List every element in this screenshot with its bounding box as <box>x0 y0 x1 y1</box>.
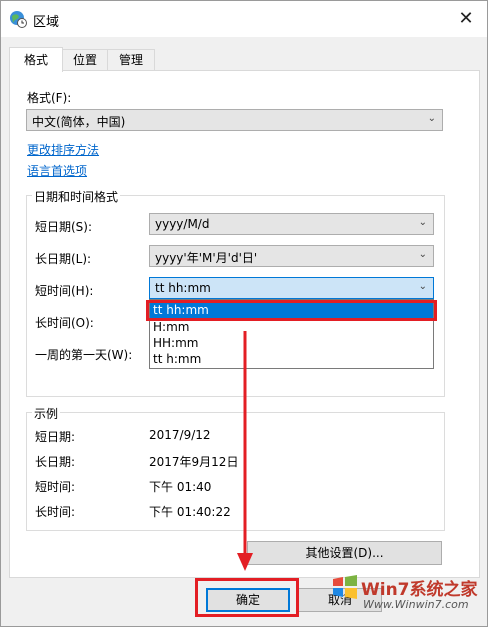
example-label: 短日期: <box>35 430 76 444</box>
example-label: 长日期: <box>35 455 76 469</box>
long-time-label: 长时间(O): <box>35 316 94 330</box>
tab-format[interactable]: 格式 <box>9 47 63 72</box>
chevron-down-icon: ⌄ <box>418 281 427 292</box>
short-time-value: tt hh:mm <box>155 281 211 295</box>
short-date-value: yyyy/M/d <box>155 217 210 231</box>
window-title: 区域 <box>33 15 60 30</box>
watermark-url: Www.Winwin7.com <box>363 598 469 611</box>
dropdown-option[interactable]: tt hh:mm <box>150 302 433 319</box>
short-date-label: 短日期(S): <box>35 220 93 234</box>
chevron-down-icon: ⌄ <box>418 217 427 228</box>
short-time-dropdown-list: tt hh:mm H:mm HH:mm tt h:mm <box>149 299 434 369</box>
windows-logo-icon <box>333 575 357 599</box>
title-bar: 区域 ✕ <box>1 1 487 37</box>
globe-clock-icon <box>10 11 27 28</box>
tab-administrative[interactable]: 管理 <box>107 49 155 71</box>
site-watermark: Win7系统之家 Www.Winwin7.com <box>331 571 488 628</box>
format-label: 格式(F): <box>27 91 72 105</box>
watermark-brand: Win7系统之家 <box>361 580 478 600</box>
dropdown-option[interactable]: tt h:mm <box>150 351 433 368</box>
chevron-down-icon: ⌄ <box>418 249 427 260</box>
close-icon: ✕ <box>458 8 474 29</box>
example-label: 短时间: <box>35 480 76 494</box>
annotation-arrow-icon <box>237 331 253 571</box>
format-value: 中文(简体，中国) <box>32 115 126 129</box>
region-dialog: 区域 ✕ 格式 位置 管理 格式(F): 中文(简体，中国) ⌄ 更改排序方法 … <box>0 0 488 627</box>
format-combobox[interactable]: 中文(简体，中国) ⌄ <box>26 109 443 131</box>
example-value: 2017/9/12 <box>149 428 211 442</box>
change-sort-link[interactable]: 更改排序方法 <box>27 141 99 158</box>
other-settings-button[interactable]: 其他设置(D)... <box>247 541 442 565</box>
first-day-of-week-label: 一周的第一天(W): <box>35 348 133 362</box>
close-button[interactable]: ✕ <box>445 1 487 37</box>
example-value: 2017年9月12日 <box>149 455 239 469</box>
short-time-label: 短时间(H): <box>35 284 94 298</box>
example-value: 下午 01:40 <box>149 480 212 494</box>
dropdown-option[interactable]: HH:mm <box>150 335 433 352</box>
long-date-combobox[interactable]: yyyy'年'M'月'd'日' ⌄ <box>149 245 434 267</box>
examples-group-title: 示例 <box>32 405 61 422</box>
dropdown-option[interactable]: H:mm <box>150 319 433 336</box>
language-preferences-link[interactable]: 语言首选项 <box>27 162 87 179</box>
ok-button[interactable]: 确定 <box>206 588 290 612</box>
tab-location[interactable]: 位置 <box>61 49 109 71</box>
example-value: 下午 01:40:22 <box>149 505 231 519</box>
chevron-down-icon: ⌄ <box>427 113 436 124</box>
long-date-label: 长日期(L): <box>35 252 92 266</box>
long-date-value: yyyy'年'M'月'd'日' <box>155 251 258 265</box>
short-time-combobox[interactable]: tt hh:mm ⌄ <box>149 277 434 299</box>
datetime-group-title: 日期和时间格式 <box>32 188 121 205</box>
example-label: 长时间: <box>35 505 76 519</box>
short-date-combobox[interactable]: yyyy/M/d ⌄ <box>149 213 434 235</box>
